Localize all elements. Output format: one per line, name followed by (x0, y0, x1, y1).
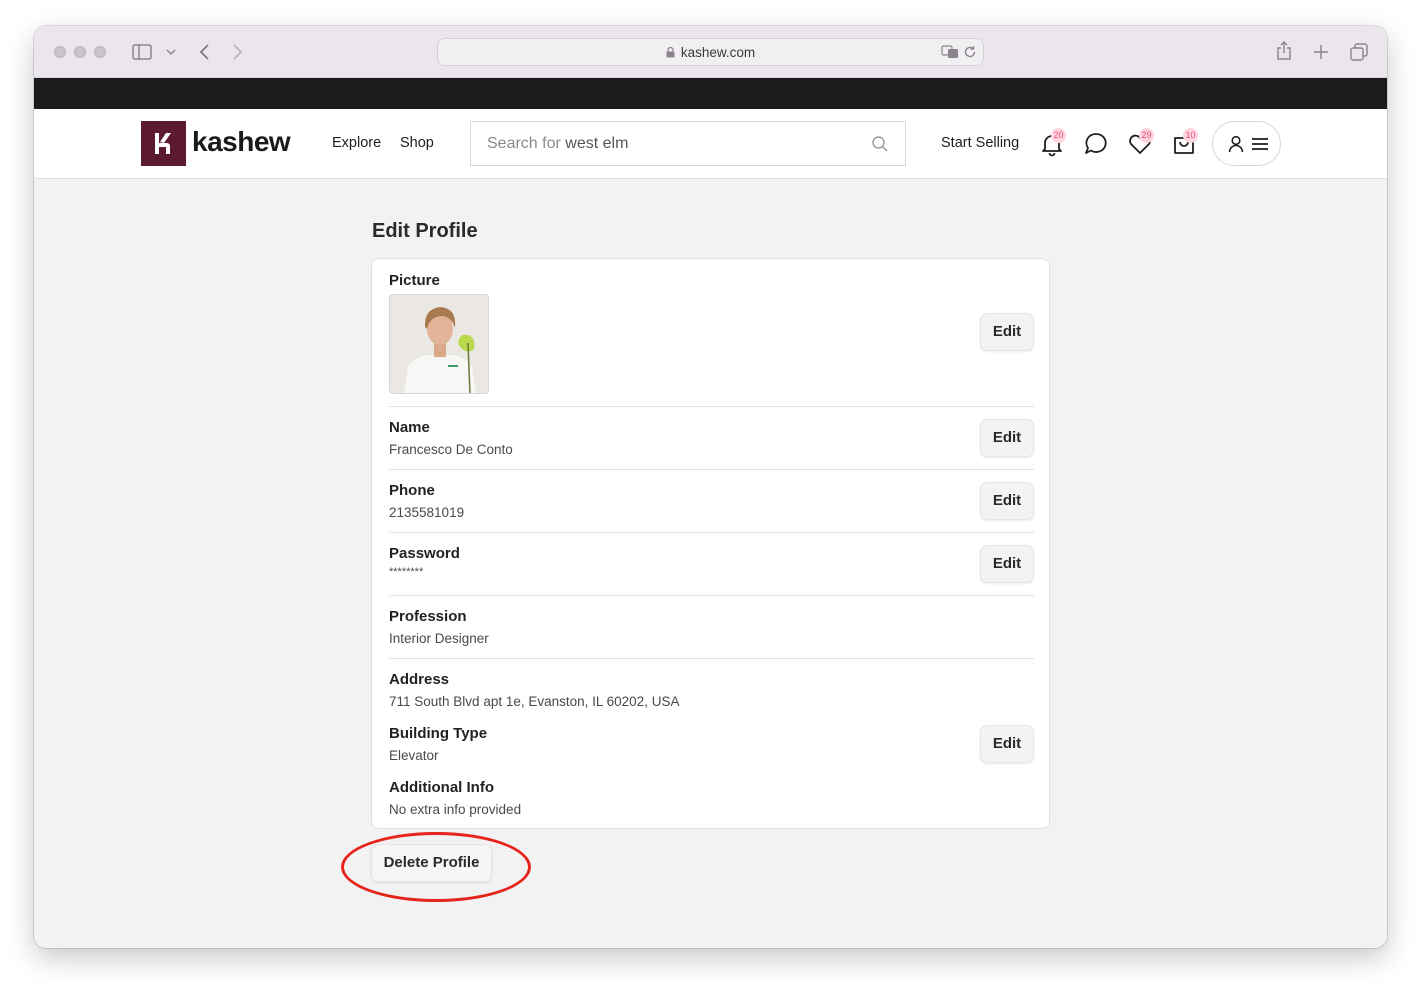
minimize-window-button[interactable] (74, 46, 86, 58)
zoom-window-button[interactable] (94, 46, 106, 58)
phone-value: 2135581019 (389, 505, 465, 520)
edit-password-button[interactable]: Edit (980, 545, 1034, 583)
additional-info-value: No extra info provided (389, 802, 522, 817)
share-icon[interactable] (1276, 41, 1292, 61)
chat-bubble-icon[interactable] (1083, 131, 1109, 157)
site-header: kashew Explore Shop Search for west elm … (34, 109, 1387, 179)
divider (389, 406, 1034, 407)
reload-icon[interactable] (963, 45, 977, 59)
search-placeholder-term: west elm (565, 135, 629, 152)
close-window-button[interactable] (54, 46, 66, 58)
browser-window: kashew.com kashew Explore Shop Search fo… (34, 26, 1387, 948)
picture-label: Picture (389, 272, 440, 289)
start-selling-link[interactable]: Start Selling (941, 135, 1019, 151)
search-icon[interactable] (871, 135, 889, 153)
announcement-bar (34, 78, 1387, 109)
browser-toolbar: kashew.com (34, 26, 1387, 78)
nav-shop[interactable]: Shop (400, 135, 434, 151)
logo-text[interactable]: kashew (192, 126, 291, 158)
cart-badge: 10 (1183, 128, 1198, 143)
translate-icon[interactable] (941, 45, 959, 59)
profession-label: Profession (389, 608, 467, 625)
divider (389, 469, 1034, 470)
notifications-badge: 20 (1051, 128, 1066, 143)
search-placeholder-prefix: Search for (487, 135, 561, 152)
profile-photo (390, 295, 488, 393)
name-value: Francesco De Conto (389, 442, 513, 457)
address-value: 711 South Blvd apt 1e, Evanston, IL 6020… (389, 694, 680, 709)
forward-arrow-icon[interactable] (232, 43, 244, 61)
address-bar[interactable]: kashew.com (437, 38, 984, 66)
sidebar-toggle-icon[interactable] (132, 44, 152, 60)
profession-value: Interior Designer (389, 631, 489, 646)
additional-info-label: Additional Info (389, 779, 494, 796)
password-label: Password (389, 545, 460, 562)
url-text: kashew.com (680, 45, 756, 60)
back-arrow-icon[interactable] (198, 43, 210, 61)
avatar (389, 294, 489, 394)
building-type-value: Elevator (389, 748, 439, 763)
logo-mark[interactable] (141, 121, 186, 166)
divider (389, 658, 1034, 659)
search-input[interactable]: Search for west elm (470, 121, 906, 166)
new-tab-icon[interactable] (1313, 44, 1329, 60)
favorites-badge: 29 (1139, 128, 1154, 143)
phone-label: Phone (389, 482, 435, 499)
chevron-down-icon[interactable] (166, 48, 176, 56)
kashew-logo-icon (155, 133, 171, 154)
annotation-circle (341, 832, 531, 902)
search-placeholder: Search for west elm (487, 135, 628, 153)
profile-card: Picture Edit Name Francesco De Conto Edi… (371, 258, 1050, 829)
divider (389, 532, 1034, 533)
hamburger-menu-icon (1252, 138, 1268, 150)
tab-overview-icon[interactable] (1350, 43, 1368, 61)
lock-icon (666, 47, 675, 58)
edit-name-button[interactable]: Edit (980, 419, 1034, 457)
password-value: ******** (389, 566, 424, 578)
edit-picture-button[interactable]: Edit (980, 313, 1034, 351)
nav-explore[interactable]: Explore (332, 135, 381, 151)
user-icon (1228, 135, 1244, 153)
page-title: Edit Profile (372, 220, 478, 242)
url-display: kashew.com (438, 45, 983, 60)
edit-address-button[interactable]: Edit (980, 725, 1034, 763)
building-type-label: Building Type (389, 725, 488, 742)
divider (389, 595, 1034, 596)
edit-phone-button[interactable]: Edit (980, 482, 1034, 520)
account-menu-button[interactable] (1212, 121, 1281, 166)
name-label: Name (389, 419, 430, 436)
address-label: Address (389, 671, 450, 688)
